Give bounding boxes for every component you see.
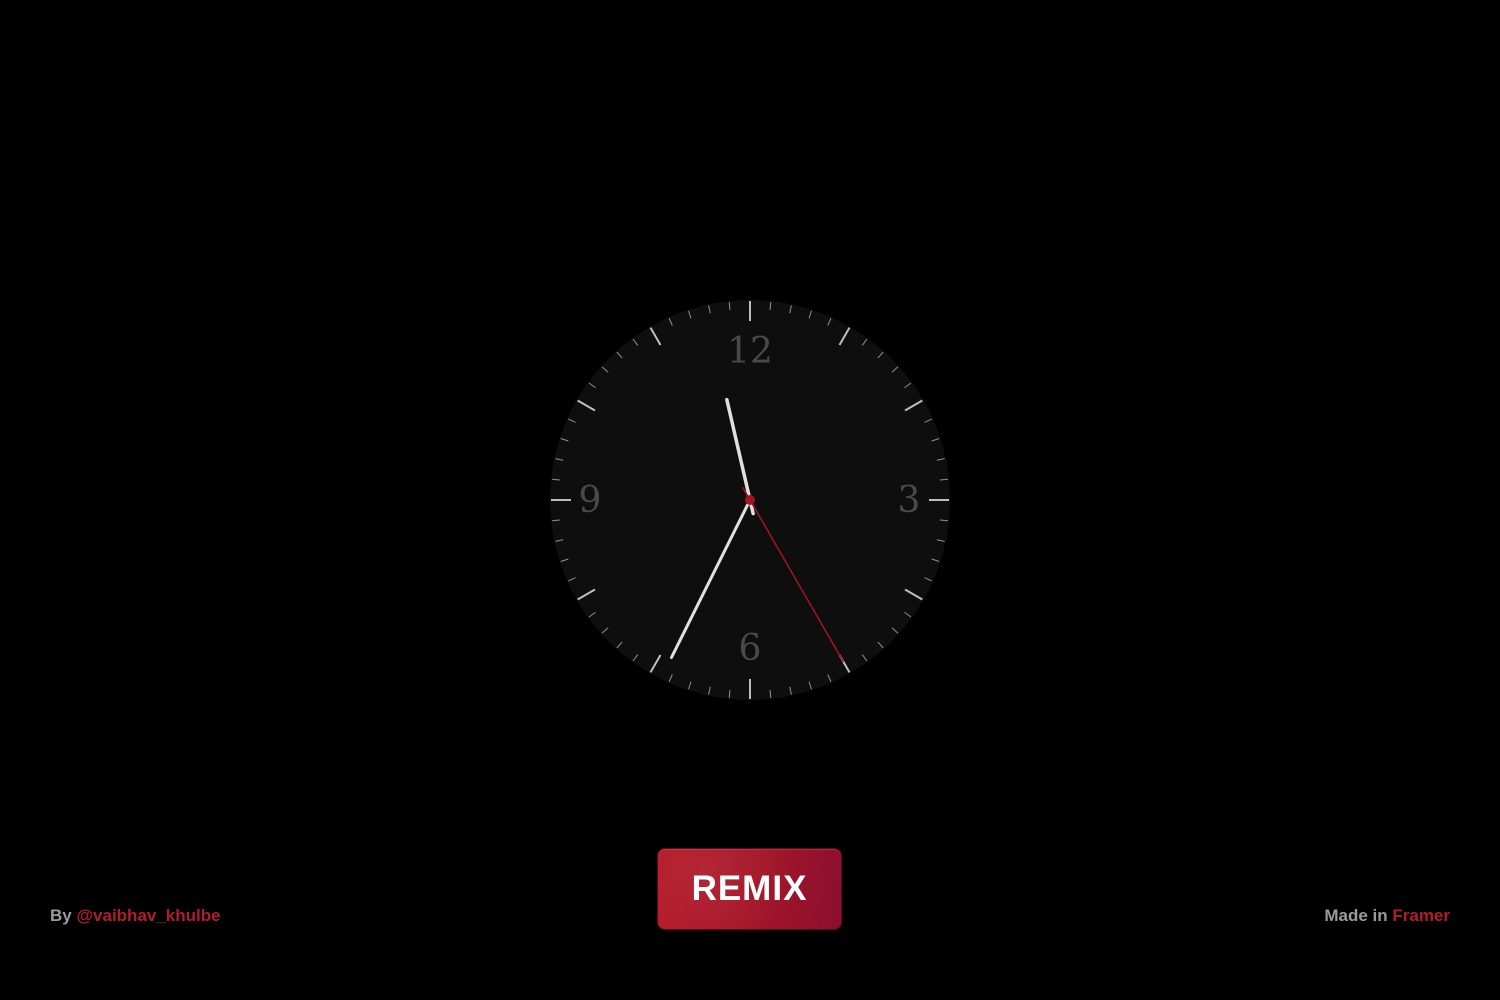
page: 12 3 6 9 REMIX By @vaibhav_khulbe Made i… [0,0,1500,1000]
numeral-12: 12 [727,331,773,372]
author-credit: By @vaibhav_khulbe [50,906,221,926]
remix-button-label: REMIX [691,869,808,908]
clock-face: 12 3 6 9 [550,300,950,700]
author-link[interactable]: @vaibhav_khulbe [76,906,220,925]
remix-button[interactable]: REMIX [657,848,842,930]
made-in-credit: Made in Framer [1324,906,1450,926]
by-prefix: By [50,906,72,925]
numeral-9: 9 [579,480,602,521]
center-pin [745,495,755,505]
numeral-3: 3 [898,480,921,521]
numeral-6: 6 [739,628,762,669]
analog-clock: 12 3 6 9 [550,300,950,700]
framer-link[interactable]: Framer [1392,906,1450,925]
made-in-prefix: Made in [1324,906,1388,925]
